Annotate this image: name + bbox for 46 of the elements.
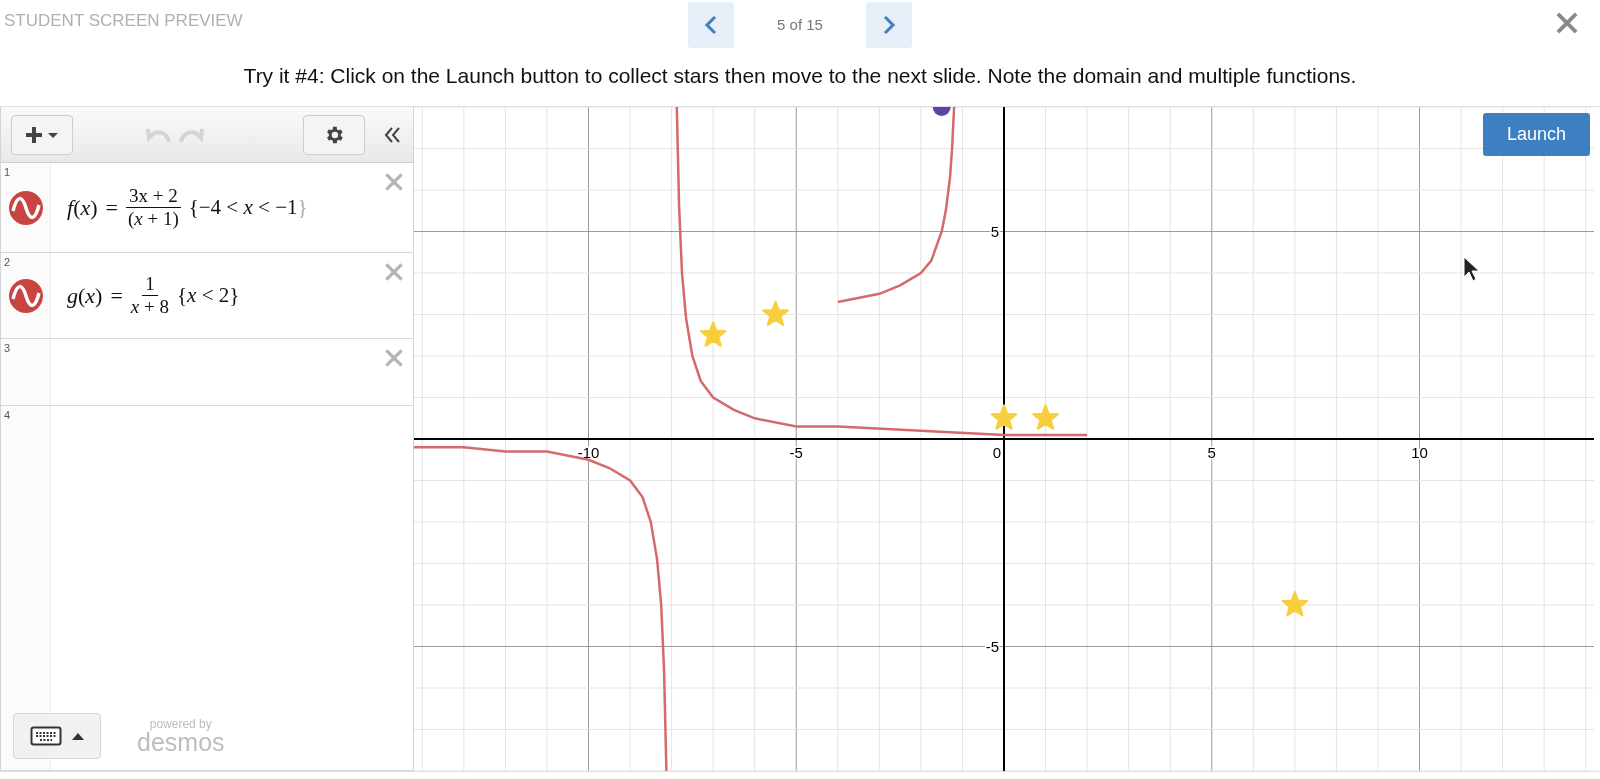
tick-label: 10 bbox=[1411, 444, 1428, 461]
tick-label: 5 bbox=[1207, 444, 1216, 461]
delete-icon[interactable] bbox=[383, 261, 405, 283]
instruction-text: Try it #4: Click on the Launch button to collect stars then move to the next slide. Note the domain and multiple functions. bbox=[243, 63, 1357, 89]
function-name: f(x) bbox=[67, 194, 98, 222]
numerator: 1 bbox=[142, 273, 158, 296]
close-icon[interactable] bbox=[1554, 10, 1580, 36]
chevron-right-icon bbox=[882, 15, 896, 35]
tick-label: -5 bbox=[789, 444, 803, 461]
tick-label: 5 bbox=[990, 222, 999, 240]
next-button[interactable] bbox=[866, 2, 912, 48]
expression-number: 2 bbox=[4, 255, 11, 270]
denominator: x + 8 bbox=[130, 296, 169, 318]
page-counter: 5 of 15 bbox=[776, 14, 824, 35]
cursor-icon bbox=[1463, 256, 1480, 282]
tick-label: 0 bbox=[992, 444, 1001, 461]
expression-number: 1 bbox=[4, 165, 11, 180]
launch-button[interactable]: Launch bbox=[1482, 113, 1590, 156]
domain-restriction: {x < 2 bbox=[177, 281, 230, 309]
keyboard-icon bbox=[30, 726, 62, 746]
plus-dropdown-icon bbox=[24, 124, 60, 145]
previous-button[interactable] bbox=[688, 2, 734, 48]
desmos-logo-text: desmos bbox=[137, 729, 225, 755]
sine-wave-icon[interactable] bbox=[8, 278, 43, 313]
function-name: g(x) bbox=[67, 282, 103, 310]
delete-icon[interactable] bbox=[383, 171, 405, 193]
settings-button[interactable] bbox=[303, 114, 365, 155]
equals-sign: = bbox=[110, 282, 123, 310]
preview-title: STUDENT SCREEN PREVIEW bbox=[4, 10, 243, 32]
delete-icon[interactable] bbox=[383, 347, 405, 369]
keyboard-button[interactable] bbox=[13, 713, 101, 759]
closing-brace: } bbox=[297, 193, 308, 221]
powered-by-text: powered by bbox=[149, 717, 212, 730]
numerator: 3x + 2 bbox=[125, 185, 181, 208]
closing-brace: } bbox=[229, 281, 240, 309]
tick-label: -5 bbox=[985, 637, 999, 655]
domain-restriction: {−4 < x < −1 bbox=[188, 193, 298, 221]
expression-number: 3 bbox=[4, 341, 11, 356]
tick-label: -10 bbox=[577, 444, 600, 461]
add-item-button[interactable] bbox=[11, 114, 73, 155]
caret-up-icon bbox=[72, 732, 84, 740]
expression-number: 4 bbox=[4, 408, 11, 423]
equals-sign: = bbox=[105, 194, 118, 222]
sine-wave-icon[interactable] bbox=[8, 190, 43, 225]
chevron-left-icon bbox=[704, 15, 718, 35]
denominator: (x + 1) bbox=[127, 208, 179, 230]
